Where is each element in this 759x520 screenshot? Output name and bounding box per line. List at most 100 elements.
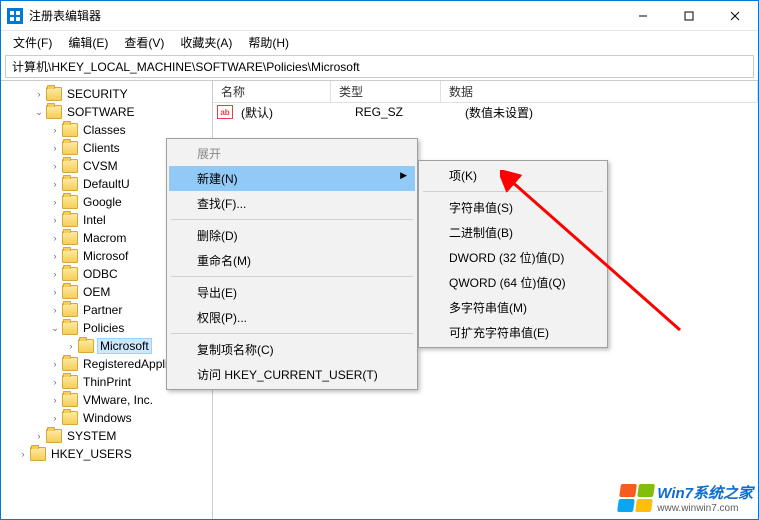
separator [423,191,603,192]
ctx-export[interactable]: 导出(E) [169,280,415,305]
ctx-copy-key-name[interactable]: 复制项名称(C) [169,337,415,362]
value-type: REG_SZ [351,105,461,119]
col-name[interactable]: 名称 [213,81,331,102]
folder-icon [78,339,94,353]
menu-help[interactable]: 帮助(H) [240,32,297,53]
string-value-icon: ab [217,105,233,119]
menu-file[interactable]: 文件(F) [5,32,60,53]
folder-icon [62,231,78,245]
minimize-button[interactable] [620,1,666,31]
folder-icon [62,357,78,371]
tree-node-label: Microsof [81,249,130,263]
ctx-new[interactable]: 新建(N) ▶ [169,166,415,191]
tree-node-label: Clients [81,141,122,155]
ctx-goto-hkcu[interactable]: 访问 HKEY_CURRENT_USER(T) [169,362,415,387]
col-data[interactable]: 数据 [441,81,758,102]
expand-icon[interactable]: › [33,431,45,441]
expand-icon[interactable]: › [49,179,61,189]
expand-icon[interactable]: › [49,233,61,243]
watermark-url: www.winwin7.com [657,503,753,514]
col-type[interactable]: 类型 [331,81,441,102]
address-bar[interactable]: 计算机\HKEY_LOCAL_MACHINE\SOFTWARE\Policies… [5,55,754,78]
value-row[interactable]: ab (默认) REG_SZ (数值未设置) [213,103,758,121]
folder-icon [62,213,78,227]
tree-node-label: ThinPrint [81,375,133,389]
context-menu: 展开 新建(N) ▶ 查找(F)... 删除(D) 重命名(M) 导出(E) 权… [166,138,418,390]
ctx-find[interactable]: 查找(F)... [169,191,415,216]
tree-node-label: Intel [81,213,108,227]
new-binary[interactable]: 二进制值(B) [421,220,605,245]
folder-icon [46,105,62,119]
windows-flag-icon [617,484,655,512]
folder-icon [62,195,78,209]
ctx-rename[interactable]: 重命名(M) [169,248,415,273]
collapse-icon[interactable]: ⌄ [33,107,45,118]
menu-view[interactable]: 查看(V) [116,32,172,53]
tree-node-label: Google [81,195,124,209]
folder-icon [46,429,62,443]
new-multi-string[interactable]: 多字符串值(M) [421,295,605,320]
tree-node[interactable]: › SYSTEM [1,427,212,445]
maximize-button[interactable] [666,1,712,31]
expand-icon[interactable]: › [49,413,61,423]
new-key[interactable]: 项(K) [421,163,605,188]
folder-icon [62,393,78,407]
folder-icon [30,447,46,461]
folder-icon [62,159,78,173]
tree-node[interactable]: › Classes [1,121,212,139]
expand-icon[interactable]: › [49,161,61,171]
tree-node[interactable]: › SECURITY [1,85,212,103]
expand-icon[interactable]: › [49,359,61,369]
watermark: Win7系统之家 www.winwin7.com [619,482,753,514]
expand-icon[interactable]: › [49,395,61,405]
tree-node[interactable]: ⌄SOFTWARE [1,103,212,121]
expand-icon[interactable]: › [49,377,61,387]
expand-icon[interactable]: › [49,197,61,207]
tree-node[interactable]: ›HKEY_USERS [1,445,212,463]
tree-node-label: Partner [81,303,124,317]
tree-node[interactable]: › Windows [1,409,212,427]
collapse-icon[interactable]: ⌄ [49,323,61,334]
expand-icon[interactable]: › [49,125,61,135]
new-qword[interactable]: QWORD (64 位)值(Q) [421,270,605,295]
new-string[interactable]: 字符串值(S) [421,195,605,220]
folder-icon [46,87,62,101]
folder-icon [62,303,78,317]
tree-node-label: SYSTEM [65,429,118,443]
folder-icon [62,141,78,155]
menu-edit[interactable]: 编辑(E) [60,32,116,53]
separator [171,333,413,334]
new-submenu: 项(K) 字符串值(S) 二进制值(B) DWORD (32 位)值(D) QW… [418,160,608,348]
separator [171,219,413,220]
expand-icon[interactable]: › [49,269,61,279]
tree-node-label: ODBC [81,267,120,281]
tree-node-label: SECURITY [65,87,130,101]
expand-icon[interactable]: › [17,449,29,459]
expand-icon[interactable]: › [49,215,61,225]
tree-node-label: DefaultU [81,177,132,191]
menu-favorites[interactable]: 收藏夹(A) [172,32,240,53]
close-button[interactable] [712,1,758,31]
menubar: 文件(F) 编辑(E) 查看(V) 收藏夹(A) 帮助(H) [1,31,758,53]
folder-icon [62,177,78,191]
tree-node-label: Windows [81,411,134,425]
folder-icon [62,411,78,425]
folder-icon [62,123,78,137]
expand-icon[interactable]: › [49,287,61,297]
expand-icon[interactable]: › [49,305,61,315]
new-dword[interactable]: DWORD (32 位)值(D) [421,245,605,270]
ctx-permissions[interactable]: 权限(P)... [169,305,415,330]
titlebar: 注册表编辑器 [1,1,758,31]
expand-icon[interactable]: › [33,89,45,99]
app-icon [7,8,23,24]
value-data: (数值未设置) [461,104,758,121]
watermark-text: Win7系统之家 www.winwin7.com [657,482,753,514]
tree-node[interactable]: ›VMware, Inc. [1,391,212,409]
expand-icon[interactable]: › [65,341,77,351]
expand-icon[interactable]: › [49,251,61,261]
new-expand-string[interactable]: 可扩充字符串值(E) [421,320,605,345]
tree-node-label: Classes [81,123,128,137]
tree-node-label: Policies [81,321,126,335]
expand-icon[interactable]: › [49,143,61,153]
ctx-delete[interactable]: 删除(D) [169,223,415,248]
